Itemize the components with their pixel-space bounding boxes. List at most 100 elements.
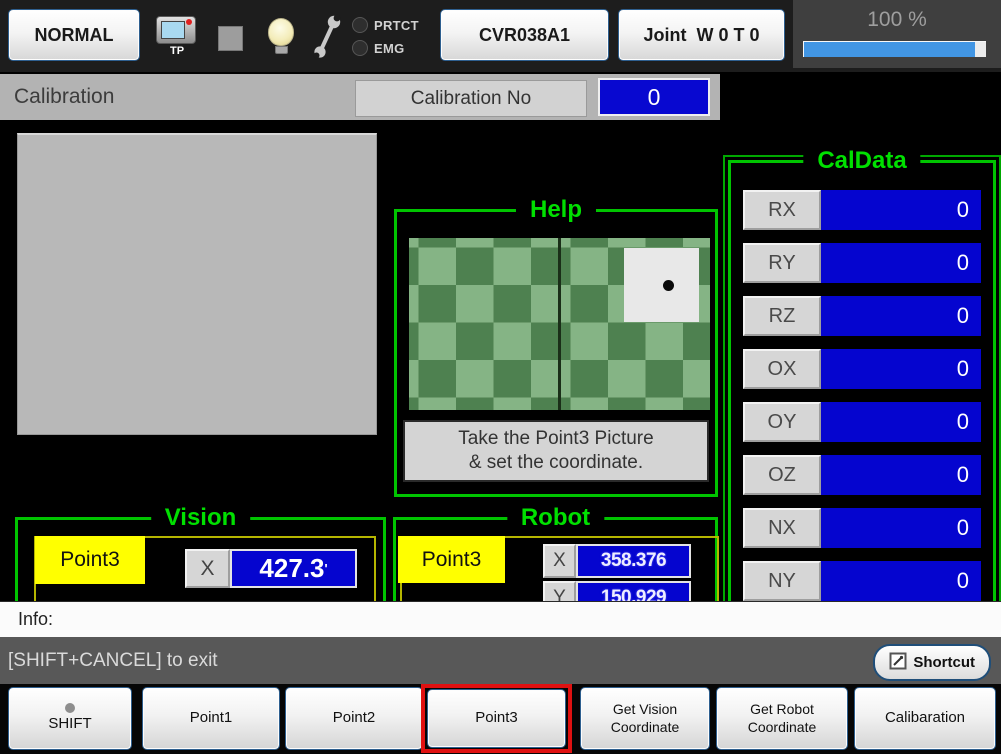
calibration-no-field[interactable]: 0 — [598, 78, 710, 116]
caldata-row: OY 0 — [743, 402, 981, 442]
robot-title: Robot — [507, 504, 604, 532]
caldata-row-label: RX — [743, 190, 821, 230]
caldata-row-label: OZ — [743, 455, 821, 495]
caldata-row: NY 0 — [743, 561, 981, 601]
get-robot-key-label: Get Robot Coordinate — [748, 701, 817, 736]
help-title: Help — [516, 196, 596, 224]
caldata-row: RX 0 — [743, 190, 981, 230]
exit-hint: [SHIFT+CANCEL] to exit — [8, 650, 218, 672]
prtct-indicator: PRTCT — [352, 17, 419, 33]
lamp-base-icon — [275, 46, 288, 54]
caldata-title: CalData — [803, 147, 920, 175]
vision-x-suffix: ' — [324, 561, 327, 576]
caldata-panel: CalData RX 0 RY 0 RZ 0 OX 0 OY 0 OZ 0 NX — [728, 160, 996, 667]
tp-screen-icon — [161, 21, 185, 39]
robot-x-field: 358.376 — [576, 544, 691, 578]
main-area: Calibration Calibration No 0 CalData RX … — [0, 72, 1001, 601]
wrench-icon — [312, 13, 342, 64]
jog-mode-button[interactable]: Joint W 0 T 0 — [618, 9, 785, 61]
caldata-row-value: 0 — [821, 190, 981, 230]
teach-pendant-icon: TP — [156, 16, 198, 62]
mode-button[interactable]: NORMAL — [8, 9, 140, 61]
shift-key-label: SHIFT — [48, 715, 91, 734]
robot-x-label: X — [543, 544, 576, 578]
override-percent: 100 % — [793, 8, 1001, 32]
caldata-row-label: RY — [743, 243, 821, 283]
caldata-row-label: OY — [743, 402, 821, 442]
info-bar: Info: — [0, 601, 1001, 637]
caldata-row: OX 0 — [743, 349, 981, 389]
vision-title: Vision — [151, 504, 251, 532]
status-bar: [SHIFT+CANCEL] to exit Shortcut — [0, 637, 1001, 684]
emg-indicator: EMG — [352, 40, 405, 56]
point2-key-label: Point2 — [333, 709, 376, 728]
help-message-line1: Take the Point3 Picture — [458, 427, 653, 451]
calibaration-key-label: Calibaration — [885, 709, 965, 728]
calibration-no-label: Calibration No — [355, 80, 587, 117]
target-square — [624, 248, 699, 322]
vision-point-label: Point3 — [35, 536, 145, 584]
vision-x-value: 427.3 — [259, 553, 324, 584]
caldata-row: OZ 0 — [743, 455, 981, 495]
caldata-row-value: 0 — [821, 508, 981, 548]
emg-led-icon — [352, 40, 368, 56]
page-title: Calibration — [14, 85, 114, 109]
caldata-row-value: 0 — [821, 349, 981, 389]
tp-led-icon — [186, 19, 192, 25]
point1-key[interactable]: Point1 — [142, 687, 280, 750]
robot-x-value: 358.376 — [601, 550, 666, 572]
point3-highlight-box: Point3 — [421, 684, 572, 753]
target-dot-icon — [663, 280, 674, 291]
camera-image-placeholder — [17, 133, 377, 435]
point3-key[interactable]: Point3 — [427, 689, 566, 748]
screen-header: Calibration Calibration No 0 — [0, 74, 720, 120]
top-status-bar: NORMAL TP PRTCT — [0, 0, 1001, 72]
teach-pendant-screen: NORMAL TP PRTCT — [0, 0, 1001, 754]
lamp-glass-icon — [268, 18, 294, 46]
override-panel: 100 % — [793, 0, 1001, 68]
caldata-row-value: 0 — [821, 561, 981, 601]
get-robot-coordinate-key[interactable]: Get Robot Coordinate — [716, 687, 848, 750]
shortcut-button[interactable]: Shortcut — [873, 644, 991, 681]
caldata-row-label: OX — [743, 349, 821, 389]
caldata-row-value: 0 — [821, 243, 981, 283]
override-progressbar — [803, 41, 986, 57]
caldata-row: RZ 0 — [743, 296, 981, 336]
override-progress-fill — [804, 42, 975, 57]
lamp-icon — [268, 18, 294, 54]
function-key-bar: SHIFT Point1 Point2 Point3 Get Vision Co… — [0, 684, 1001, 754]
caldata-row-label: NX — [743, 508, 821, 548]
prtct-led-icon — [352, 17, 368, 33]
stop-square-icon — [218, 26, 243, 51]
caldata-row: NX 0 — [743, 508, 981, 548]
prtct-label: PRTCT — [374, 18, 419, 33]
help-message: Take the Point3 Picture & set the coordi… — [403, 420, 709, 482]
point3-key-label: Point3 — [475, 709, 518, 728]
tp-icon-label: TP — [156, 45, 198, 57]
help-panel: Help Take the Point3 Picture & set the c… — [394, 209, 718, 497]
shift-key[interactable]: SHIFT — [8, 687, 132, 750]
calibaration-key[interactable]: Calibaration — [854, 687, 996, 750]
calibration-checkerboard — [409, 238, 710, 410]
checkerboard-left-half — [409, 238, 558, 410]
help-message-line2: & set the coordinate. — [469, 451, 643, 475]
caldata-row: RY 0 — [743, 243, 981, 283]
shift-led-icon — [65, 703, 75, 713]
caldata-row-label: RZ — [743, 296, 821, 336]
point2-key[interactable]: Point2 — [285, 687, 423, 750]
shortcut-label: Shortcut — [913, 654, 975, 671]
caldata-row-value: 0 — [821, 402, 981, 442]
caldata-row-value: 0 — [821, 455, 981, 495]
get-vision-coordinate-key[interactable]: Get Vision Coordinate — [580, 687, 710, 750]
emg-label: EMG — [374, 41, 405, 56]
info-label: Info: — [18, 609, 53, 630]
program-name-button[interactable]: CVR038A1 — [440, 9, 609, 61]
caldata-row-label: NY — [743, 561, 821, 601]
tp-device-icon — [156, 16, 196, 44]
vision-x-field: 427.3' — [230, 549, 357, 588]
vision-x-label: X — [185, 549, 230, 588]
point1-key-label: Point1 — [190, 709, 233, 728]
caldata-row-value: 0 — [821, 296, 981, 336]
robot-point-label: Point3 — [398, 536, 505, 583]
shortcut-icon — [889, 652, 907, 674]
